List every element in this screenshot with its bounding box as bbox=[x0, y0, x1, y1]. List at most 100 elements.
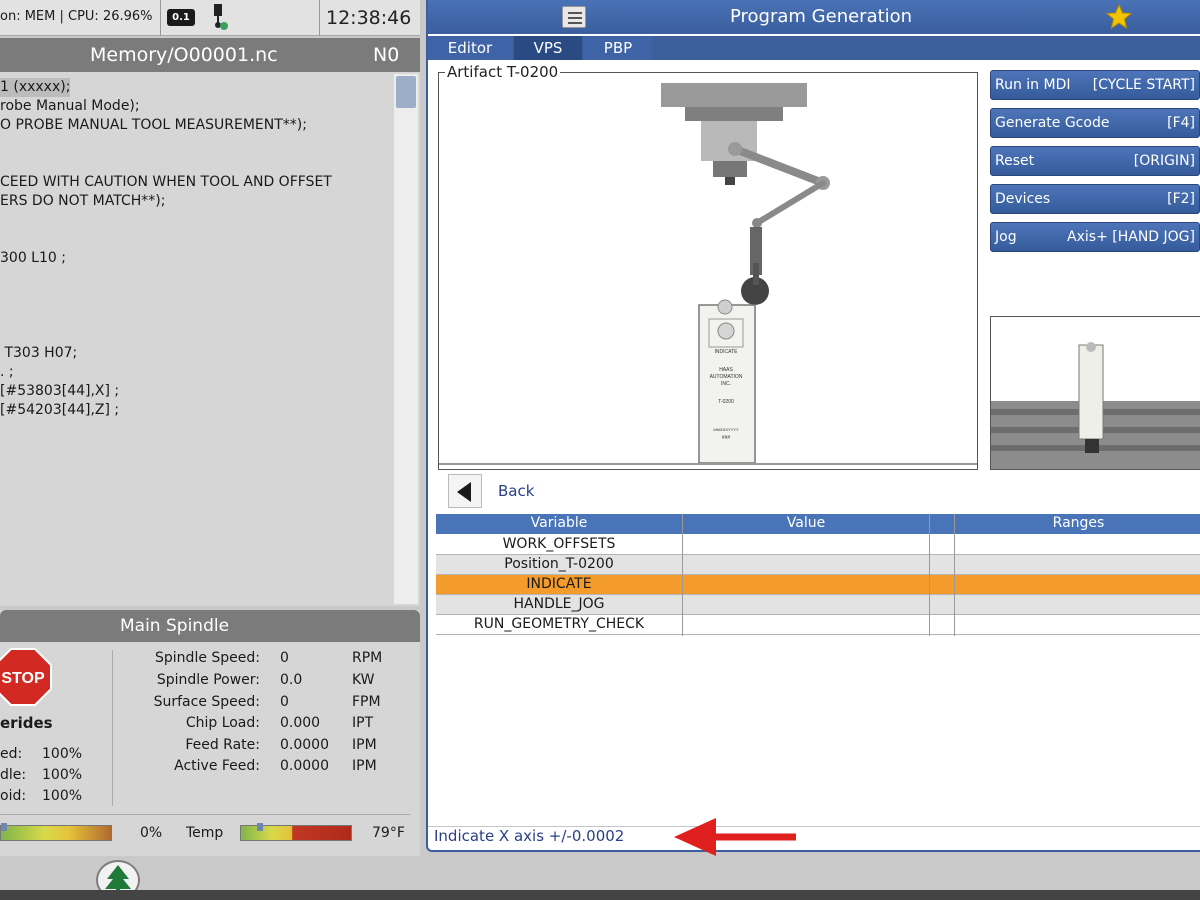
code-line[interactable]: CEED WITH CAUTION WHEN TOOL AND OFFSET bbox=[0, 173, 332, 192]
code-line[interactable]: . ; bbox=[0, 363, 14, 382]
column-separator bbox=[954, 514, 955, 636]
star-icon[interactable] bbox=[1106, 4, 1132, 30]
reset-button[interactable]: Reset [ORIGIN] bbox=[990, 146, 1200, 176]
button-label: Reset bbox=[995, 153, 1035, 169]
preview-illustration bbox=[991, 342, 1200, 469]
hamburger-menu-icon[interactable] bbox=[562, 6, 586, 28]
temp-label: Temp bbox=[186, 825, 224, 841]
bottom-strip bbox=[0, 890, 1200, 900]
code-line[interactable]: 300 L10 ; bbox=[0, 249, 66, 268]
spindle-panel: Main Spindle STOP erides ed: 100% dle: 1… bbox=[0, 610, 420, 856]
spindle-readout-label: Feed Rate: bbox=[185, 737, 260, 753]
artifact-label-indicate: INDICATE bbox=[715, 349, 739, 355]
table-row[interactable]: RUN_GEOMETRY_CHECK bbox=[436, 615, 1200, 635]
back-arrow-icon bbox=[457, 482, 471, 502]
devices-button[interactable]: Devices [F2] bbox=[990, 184, 1200, 214]
tab-strip: Editor VPS PBP bbox=[428, 36, 1200, 60]
table-row[interactable]: Position_T-0200 bbox=[436, 555, 1200, 575]
disk-icon[interactable]: 0.1 bbox=[167, 9, 195, 26]
load-marker bbox=[1, 823, 7, 831]
table-row[interactable]: WORK_OFFSETS bbox=[436, 535, 1200, 555]
spindle-readout-unit: KW bbox=[352, 672, 375, 688]
program-line-number: N0 bbox=[373, 44, 400, 66]
button-key: [F2] bbox=[1167, 191, 1195, 207]
spindle-load-percent: 0% bbox=[140, 825, 163, 841]
button-key: Axis+ [HAND JOG] bbox=[1067, 229, 1195, 245]
spindle-readout-value: 0 bbox=[280, 694, 289, 710]
spindle-readout-value: 0 bbox=[280, 650, 289, 666]
spindle-title: Main Spindle bbox=[120, 616, 230, 636]
spindle-readout-unit: IPT bbox=[352, 715, 374, 731]
jog-button[interactable]: Jog Axis+ [HAND JOG] bbox=[990, 222, 1200, 252]
spindle-readout-label: Spindle Power: bbox=[156, 672, 260, 688]
program-header: Memory/O00001.nc N0 bbox=[0, 38, 420, 72]
table-cell-variable: HANDLE_JOG bbox=[513, 596, 605, 612]
back-button[interactable] bbox=[448, 474, 482, 508]
artifact-label-company2: AUTOMATION bbox=[710, 374, 743, 380]
tab-pbp[interactable]: PBP bbox=[584, 36, 652, 60]
code-line[interactable]: [#53803[44],X] ; bbox=[0, 382, 119, 401]
button-key: [CYCLE START] bbox=[1092, 77, 1195, 93]
program-scrollbar[interactable] bbox=[394, 74, 418, 604]
button-label: Generate Gcode bbox=[995, 115, 1110, 131]
table-header: Variable Value Ranges bbox=[436, 514, 1200, 534]
probe-icon[interactable] bbox=[207, 3, 229, 31]
temp-bar bbox=[240, 823, 352, 841]
table-row[interactable]: HANDLE_JOG bbox=[436, 595, 1200, 615]
column-header-variable: Variable bbox=[530, 515, 588, 531]
spindle-header: Main Spindle bbox=[0, 610, 420, 642]
run-in-mdi-button[interactable]: Run in MDI [CYCLE START] bbox=[990, 70, 1200, 100]
button-key: [ORIGIN] bbox=[1133, 153, 1195, 169]
clock: 12:38:46 bbox=[326, 7, 412, 29]
code-line[interactable]: 1 (xxxxx); bbox=[0, 78, 71, 97]
menu-line bbox=[568, 17, 582, 19]
preview-image-frame bbox=[990, 316, 1200, 470]
column-separator bbox=[682, 514, 683, 636]
button-label: Run in MDI bbox=[995, 77, 1071, 93]
menu-line bbox=[568, 12, 582, 14]
artifact-image-frame: INDICATE HAAS AUTOMATION INC. T-0200 MM/… bbox=[438, 63, 978, 470]
code-line[interactable]: [#54203[44],Z] ; bbox=[0, 401, 119, 420]
table-row-selected[interactable]: INDICATE bbox=[436, 575, 1200, 595]
code-area[interactable]: 1 (xxxxx); robe Manual Mode); O PROBE MA… bbox=[0, 74, 394, 604]
code-line[interactable]: T303 H07; bbox=[0, 344, 77, 363]
artifact-label-part: T-0200 bbox=[718, 399, 734, 405]
spindle-bar-separator bbox=[0, 814, 410, 815]
button-key: [F4] bbox=[1167, 115, 1195, 131]
artifact-label-company3: INC. bbox=[721, 381, 731, 387]
scrollbar-thumb[interactable] bbox=[396, 76, 416, 108]
tab-editor[interactable]: Editor bbox=[428, 36, 512, 60]
menu-line bbox=[568, 22, 582, 24]
back-label[interactable]: Back bbox=[498, 482, 534, 500]
code-line[interactable]: robe Manual Mode); bbox=[0, 97, 140, 116]
spindle-readout-value: 0.0000 bbox=[280, 758, 329, 774]
temp-value: 79°F bbox=[372, 825, 405, 841]
column-separator bbox=[929, 514, 930, 636]
bottom-bar bbox=[0, 858, 1200, 890]
temp-marker bbox=[257, 823, 263, 831]
code-line[interactable]: ERS DO NOT MATCH**); bbox=[0, 192, 165, 211]
right-header: Program Generation bbox=[428, 0, 1200, 34]
button-label: Jog bbox=[995, 229, 1017, 245]
program-panel: Memory/O00001.nc N0 1 (xxxxx); robe Manu… bbox=[0, 38, 420, 606]
status-text: on: MEM | CPU: 26.96% bbox=[0, 9, 153, 24]
generate-gcode-button[interactable]: Generate Gcode [F4] bbox=[990, 108, 1200, 138]
spindle-readout-value: 0.000 bbox=[280, 715, 321, 731]
column-header-ranges: Ranges bbox=[1052, 515, 1105, 531]
artifact-title: Artifact T-0200 bbox=[445, 63, 561, 81]
override-value: 100% bbox=[42, 788, 83, 804]
spindle-readout-unit: IPM bbox=[352, 758, 377, 774]
column-header-value: Value bbox=[786, 515, 826, 531]
table-cell-variable: Position_T-0200 bbox=[504, 556, 614, 572]
table-cell-variable: INDICATE bbox=[526, 576, 592, 592]
spindle-readout-unit: IPM bbox=[352, 737, 377, 753]
artifact-label-company: HAAS bbox=[719, 367, 733, 373]
code-line[interactable]: O PROBE MANUAL TOOL MEASUREMENT**); bbox=[0, 116, 307, 135]
table-cell-variable: WORK_OFFSETS bbox=[502, 536, 616, 552]
spindle-readout-value: 0.0 bbox=[280, 672, 303, 688]
program-title: Memory/O00001.nc bbox=[90, 44, 278, 66]
spindle-readout-unit: FPM bbox=[352, 694, 381, 710]
spindle-readout-unit: RPM bbox=[352, 650, 383, 666]
artifact-label-serial: ### bbox=[722, 435, 731, 441]
tab-vps[interactable]: VPS bbox=[514, 36, 582, 60]
